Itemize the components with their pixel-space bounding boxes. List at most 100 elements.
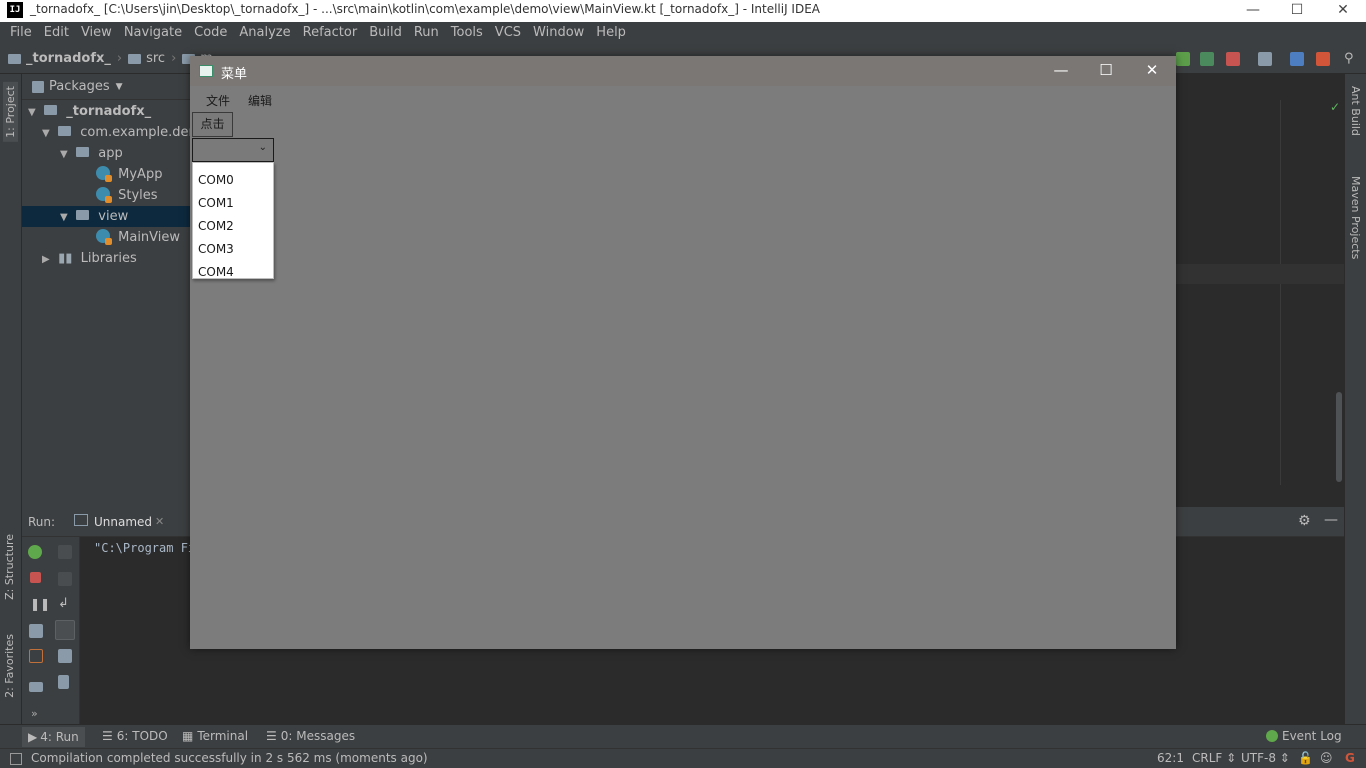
tab-run[interactable]: ▶ 4: Run xyxy=(22,727,85,747)
exit-icon[interactable] xyxy=(29,649,43,663)
editor-scrollbar[interactable] xyxy=(1336,392,1342,482)
menu-view[interactable]: View xyxy=(75,22,118,44)
maximize-icon[interactable]: ☐ xyxy=(1274,0,1320,22)
menu-refactor[interactable]: Refactor xyxy=(297,22,364,44)
plugin-icon[interactable] xyxy=(1316,52,1330,66)
dropdown-option-com3[interactable]: COM3 xyxy=(198,242,234,256)
tab-todo-label: 6: TODO xyxy=(116,729,168,743)
expand-arrow-icon[interactable]: ▼ xyxy=(42,123,54,144)
lock-icon[interactable]: 🔓 xyxy=(1298,751,1313,765)
caret-row-highlight xyxy=(1176,264,1344,284)
search-icon[interactable]: ⚲ xyxy=(1344,52,1358,66)
menu-analyze[interactable]: Analyze xyxy=(233,22,296,44)
menu-navigate[interactable]: Navigate xyxy=(118,22,188,44)
ant-build-tool-tab[interactable]: Ant Build xyxy=(1349,86,1362,136)
run-coverage-icon[interactable] xyxy=(1200,52,1214,66)
stop-icon[interactable] xyxy=(1226,52,1240,66)
arrow-up-icon[interactable] xyxy=(58,545,72,559)
tree-item-app[interactable]: ▼ app xyxy=(22,143,190,164)
line-separator[interactable]: CRLF ⇕ xyxy=(1192,751,1236,765)
tree-item-libraries[interactable]: ▶ ▮▮ Libraries xyxy=(22,248,190,269)
layout-icon[interactable] xyxy=(29,682,43,692)
dropdown-option-com1[interactable]: COM1 xyxy=(198,196,234,210)
menu-code[interactable]: Code xyxy=(188,22,233,44)
status-message: Compilation completed successfully in 2 … xyxy=(31,751,428,765)
file-encoding[interactable]: UTF-8 ⇕ xyxy=(1241,751,1290,765)
project-tool-tab[interactable]: 1: Project xyxy=(3,82,18,142)
tree-item-view[interactable]: ▼ view xyxy=(22,206,190,227)
expand-arrow-icon[interactable]: ▼ xyxy=(28,102,40,123)
menu-edit[interactable]: Edit xyxy=(38,22,75,44)
camera-icon[interactable] xyxy=(29,624,43,638)
menu-file[interactable]: File xyxy=(4,22,38,44)
tab-todo[interactable]: ☰ 6: TODO xyxy=(102,729,168,743)
chevron-down-icon[interactable]: ⌄ xyxy=(259,142,267,153)
tree-item-myapp[interactable]: MyApp xyxy=(22,164,190,185)
menu-tools[interactable]: Tools xyxy=(445,22,489,44)
fx-maximize-icon[interactable]: ☐ xyxy=(1083,56,1129,86)
structure-tool-tab[interactable]: Z: Structure xyxy=(3,534,16,600)
pause-icon[interactable]: ❚❚ xyxy=(30,597,50,611)
menu-run[interactable]: Run xyxy=(408,22,445,44)
click-button[interactable]: 点击 xyxy=(192,112,233,137)
print-icon[interactable] xyxy=(58,649,72,663)
view-selector[interactable]: Packages xyxy=(49,79,110,94)
caret-position[interactable]: 62:1 xyxy=(1157,751,1184,765)
expand-arrow-icon[interactable]: ▼ xyxy=(60,207,72,228)
tab-event-log-label: Event Log xyxy=(1282,729,1342,743)
fx-minimize-icon[interactable]: — xyxy=(1038,56,1084,86)
expand-arrow-icon[interactable]: ▼ xyxy=(60,144,72,165)
debug-icon[interactable] xyxy=(1176,52,1190,66)
tree-item-label: _tornadofx_ xyxy=(66,104,152,119)
tree-item-mainview[interactable]: MainView xyxy=(22,227,190,248)
kotlin-class-icon xyxy=(96,166,112,182)
scroll-to-end-icon[interactable] xyxy=(55,620,75,640)
dropdown-option-com2[interactable]: COM2 xyxy=(198,219,234,233)
tab-event-log[interactable]: Event Log xyxy=(1266,729,1342,743)
fx-menu-file[interactable]: 文件 xyxy=(206,92,230,109)
minimize-icon[interactable]: — xyxy=(1230,0,1276,22)
more-icon[interactable]: » xyxy=(31,707,38,720)
toggle-tool-windows-icon[interactable] xyxy=(10,753,22,765)
inspector-icon[interactable]: ☺ xyxy=(1320,751,1333,765)
stop-icon[interactable] xyxy=(30,572,41,583)
translate-icon[interactable] xyxy=(1290,52,1304,66)
gear-icon[interactable]: ⚙ xyxy=(1298,513,1311,529)
dropdown-arrow-icon[interactable]: ▼ xyxy=(116,82,123,92)
fx-title-bar: 菜单 — ☐ ✕ xyxy=(190,56,1176,86)
menu-window[interactable]: Window xyxy=(527,22,590,44)
fx-menu-edit[interactable]: 编辑 xyxy=(248,92,272,109)
fx-close-icon[interactable]: ✕ xyxy=(1129,56,1175,86)
close-icon[interactable]: ✕ xyxy=(1320,0,1366,22)
dropdown-option-com4[interactable]: COM4 xyxy=(198,265,234,279)
breadcrumb-project[interactable]: _tornadofx_ xyxy=(26,51,111,66)
dropdown-option-com0[interactable]: COM0 xyxy=(198,173,234,187)
tree-item-label: Libraries xyxy=(80,251,137,266)
rerun-icon[interactable] xyxy=(28,545,42,559)
close-tab-icon[interactable]: ✕ xyxy=(155,515,164,528)
tree-item-project-root[interactable]: ▼ _tornadofx_ xyxy=(22,101,190,122)
hide-panel-icon[interactable]: — xyxy=(1324,512,1338,528)
menu-build[interactable]: Build xyxy=(363,22,408,44)
soft-wrap-icon[interactable]: ↲ xyxy=(58,597,72,611)
tree-item-package[interactable]: ▼ com.example.demo xyxy=(22,122,209,144)
run-tab-unnamed[interactable]: Unnamed xyxy=(94,515,152,529)
arrow-down-icon[interactable] xyxy=(58,572,72,586)
tab-messages[interactable]: ☰ 0: Messages xyxy=(266,729,355,743)
collapse-arrow-icon[interactable]: ▶ xyxy=(42,249,54,270)
project-structure-icon[interactable] xyxy=(1258,52,1272,66)
fx-window-title: 菜单 xyxy=(221,67,248,82)
tree-item-styles[interactable]: Styles xyxy=(22,185,190,206)
breadcrumb-src[interactable]: src xyxy=(146,51,165,66)
favorites-tool-tab[interactable]: 2: Favorites xyxy=(3,634,16,698)
maven-projects-tool-tab[interactable]: Maven Projects xyxy=(1349,176,1362,259)
google-icon[interactable]: G xyxy=(1345,751,1355,765)
trash-icon[interactable] xyxy=(58,675,69,689)
menu-help[interactable]: Help xyxy=(590,22,632,44)
menu-vcs[interactable]: VCS xyxy=(489,22,527,44)
bottom-tool-bar: ▶ 4: Run ☰ 6: TODO ▦ Terminal ☰ 0: Messages … xyxy=(0,724,1366,748)
tab-terminal[interactable]: ▦ Terminal xyxy=(182,729,248,743)
terminal-icon: ▦ xyxy=(182,729,194,743)
event-log-icon xyxy=(1266,730,1278,742)
port-combobox[interactable]: ⌄ xyxy=(192,138,274,162)
